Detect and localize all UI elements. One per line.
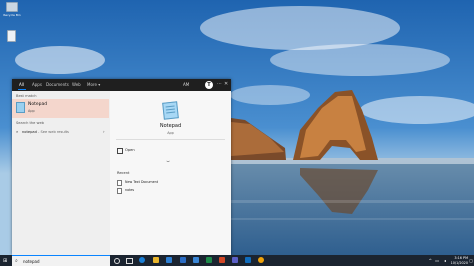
web-suffix: - See web results xyxy=(36,129,69,134)
chevron-right-icon[interactable]: › xyxy=(103,129,105,134)
notification-icon[interactable]: ▢ xyxy=(469,258,473,263)
recycle-bin-icon xyxy=(6,2,18,12)
volume-icon[interactable]: ◂ xyxy=(444,258,446,263)
word-icon[interactable] xyxy=(193,257,199,263)
recent-item[interactable]: New Text Document xyxy=(117,179,225,186)
best-match-header: Best match xyxy=(16,93,37,98)
active-tab-indicator xyxy=(18,89,26,90)
detail-app-name: Notepad xyxy=(159,123,182,129)
outlook-icon[interactable] xyxy=(245,257,251,263)
recent-item-label: notes xyxy=(125,187,135,192)
best-match-name: Notepad xyxy=(28,102,48,107)
chevron-up-icon[interactable]: ^ xyxy=(429,258,432,263)
edge-icon[interactable] xyxy=(139,257,145,263)
open-button[interactable]: Open xyxy=(116,147,225,155)
close-icon[interactable]: ✕ xyxy=(224,81,228,88)
open-icon xyxy=(117,148,123,154)
tab-web[interactable]: Web xyxy=(72,82,81,87)
notepad-icon xyxy=(16,102,25,113)
desktop-icon-file[interactable] xyxy=(0,30,22,42)
recent-item[interactable]: notes xyxy=(117,187,225,194)
desktop-icon-recycle-bin[interactable]: Recycle Bin xyxy=(1,2,23,17)
best-match-type: App xyxy=(28,109,35,113)
best-match-result[interactable]: Notepad App xyxy=(12,99,109,118)
clock-time[interactable]: 3:16 PM xyxy=(454,256,468,260)
network-icon[interactable]: ▭ xyxy=(435,258,439,263)
tab-all[interactable]: All xyxy=(19,82,24,87)
chevron-down-icon[interactable]: ⌄ xyxy=(165,158,172,164)
tab-apps[interactable]: Apps xyxy=(32,82,42,87)
search-icon: ⌕ xyxy=(15,258,18,264)
recent-item-label: New Text Document xyxy=(125,179,159,184)
search-panel-header: All Apps Documents Web More ▾ AM T ⋯ ✕ xyxy=(12,79,231,91)
file-icon xyxy=(6,30,16,42)
result-detail: Notepad App Open ⌄ Recent New Text Docum… xyxy=(110,91,231,255)
app-icon[interactable] xyxy=(258,257,264,263)
task-switch-icon[interactable] xyxy=(126,258,133,264)
tab-documents[interactable]: Documents xyxy=(46,82,69,87)
mail-icon[interactable] xyxy=(180,257,186,263)
clock-date[interactable]: 10/1/2020 xyxy=(451,261,468,265)
avatar[interactable]: T xyxy=(205,81,213,89)
tab-more[interactable]: More ▾ xyxy=(87,82,100,87)
ellipsis-icon[interactable]: ⋯ xyxy=(217,81,222,88)
taskbar-search-box[interactable]: ⌕ xyxy=(12,255,110,266)
powerpoint-icon[interactable] xyxy=(219,257,225,263)
open-label: Open xyxy=(125,148,135,152)
windows-logo-icon[interactable]: ⊞ xyxy=(3,258,7,264)
desktop-icon-label: Recycle Bin xyxy=(3,13,21,17)
search-icon: ⌕ xyxy=(16,129,19,134)
detail-app-type: App xyxy=(167,131,174,135)
text-file-icon xyxy=(117,188,122,194)
text-file-icon xyxy=(117,180,122,186)
teams-icon[interactable] xyxy=(232,257,238,263)
divider xyxy=(116,139,225,140)
web-result[interactable]: ⌕ notepad - See web results › xyxy=(12,128,110,136)
store-icon[interactable] xyxy=(166,257,172,263)
web-header: Search the web xyxy=(16,121,44,125)
file-explorer-icon[interactable] xyxy=(153,257,159,263)
web-result-text: notepad - See web results xyxy=(22,130,69,134)
task-view-icon[interactable] xyxy=(114,258,120,264)
user-initials: AM xyxy=(183,82,190,87)
web-query: notepad xyxy=(22,129,37,134)
search-panel: All Apps Documents Web More ▾ AM T ⋯ ✕ B… xyxy=(12,79,231,255)
notepad-icon xyxy=(162,101,179,120)
excel-icon[interactable] xyxy=(206,257,212,263)
results-list: Best match Notepad App Search the web ⌕ … xyxy=(12,91,110,255)
recent-header: Recent xyxy=(117,171,130,175)
search-input[interactable] xyxy=(23,258,103,264)
